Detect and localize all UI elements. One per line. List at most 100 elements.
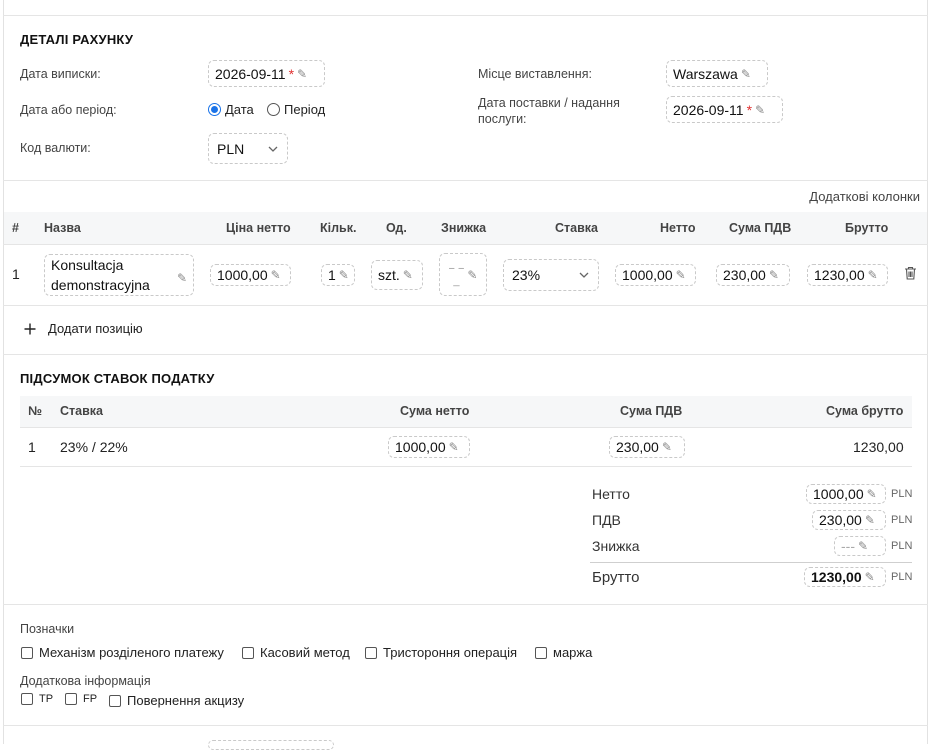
currency-value: PLN — [217, 140, 245, 157]
total-net-label: Нетто — [592, 486, 630, 502]
pencil-icon: ✎ — [270, 268, 281, 282]
qty-value: 1 — [328, 267, 336, 283]
pencil-icon: ✎ — [467, 267, 478, 282]
radio-date-selected[interactable] — [208, 103, 221, 116]
vat-value: 230,00 — [723, 267, 766, 283]
col-header-gross: Брутто — [845, 221, 889, 235]
date-radio[interactable]: Дата — [208, 102, 254, 117]
extra-tp[interactable]: TP — [21, 693, 53, 705]
mark-label: Касовий метод — [260, 645, 350, 660]
qty-field[interactable]: 1 ✎ — [321, 264, 355, 286]
divider — [20, 427, 912, 428]
divider — [3, 180, 928, 181]
checkbox[interactable] — [21, 693, 33, 705]
checkbox[interactable] — [21, 646, 33, 659]
total-discount-label: Знижка — [592, 538, 640, 554]
pencil-icon: ✎ — [402, 268, 413, 282]
unit-value: szt. — [378, 267, 400, 283]
item-name-line1: Konsultacja — [51, 257, 124, 273]
col-header-unit: Од. — [386, 221, 407, 235]
totals-divider — [590, 562, 912, 563]
tax-col-rate: Ставка — [60, 404, 103, 418]
checkbox[interactable] — [65, 693, 77, 705]
total-discount-field[interactable]: --- ✎ — [834, 536, 886, 556]
pencil-icon: ✎ — [448, 440, 459, 454]
place-value: Warszawa — [673, 65, 738, 82]
mark-margin[interactable]: маржа — [535, 645, 592, 660]
currency-unit: PLN — [891, 488, 913, 500]
chevron-down-icon — [579, 272, 589, 278]
checkbox[interactable] — [535, 646, 547, 659]
rate-value: 23% — [512, 267, 541, 283]
issue-date-field[interactable]: 2026-09-11 * ✎ — [208, 60, 325, 87]
net-field[interactable]: 1000,00 ✎ — [615, 264, 696, 286]
radio-date-label: Дата — [225, 102, 254, 117]
divider — [3, 354, 928, 355]
checkbox[interactable] — [109, 694, 121, 707]
gross-value: 1230,00 — [814, 267, 865, 283]
add-position-button[interactable]: Додати позицію — [24, 321, 143, 336]
trash-icon[interactable] — [904, 266, 917, 280]
col-header-discount: Знижка — [441, 221, 487, 235]
period-radio[interactable]: Період — [267, 102, 325, 117]
price-net-field[interactable]: 1000,00 ✎ — [210, 264, 291, 286]
pencil-icon: ✎ — [755, 102, 766, 117]
col-header-net: Нетто — [660, 221, 696, 235]
checkbox[interactable] — [365, 646, 377, 659]
item-name-field[interactable]: Konsultacja demonstracyjna ✎ — [44, 254, 194, 296]
tax-col-vat: Сума ПДВ — [620, 404, 683, 418]
pencil-icon: ✎ — [864, 513, 875, 527]
place-field[interactable]: Warszawa ✎ — [666, 60, 768, 87]
chevron-down-icon — [268, 146, 278, 152]
checkbox[interactable] — [242, 646, 254, 659]
plus-icon — [24, 323, 36, 334]
currency-unit: PLN — [891, 571, 913, 583]
col-header-rate: Ставка — [555, 221, 598, 235]
extra-fp[interactable]: FP — [65, 693, 97, 705]
mark-triangular[interactable]: Тристороння операція — [365, 645, 517, 660]
unit-field[interactable]: szt. ✎ — [371, 260, 423, 290]
extra-label: FP — [83, 693, 98, 705]
tax-col-num: № — [28, 404, 42, 418]
divider — [3, 725, 928, 726]
next-section-field[interactable] — [208, 740, 334, 750]
total-gross-value: 1230,00 — [811, 569, 862, 585]
extra-columns-link[interactable]: Додаткові колонки — [809, 189, 920, 204]
place-label: Місце виставлення: — [478, 67, 592, 81]
pencil-icon: ✎ — [740, 66, 751, 81]
col-header-vat: Сума ПДВ — [729, 221, 792, 235]
total-discount-value: --- — [841, 538, 855, 554]
radio-period[interactable] — [267, 103, 280, 116]
pencil-icon: ✎ — [864, 570, 875, 584]
mark-cash-method[interactable]: Касовий метод — [242, 645, 350, 660]
discount-placeholder: − − _ — [448, 262, 465, 287]
total-gross-field[interactable]: 1230,00 ✎ — [804, 567, 886, 587]
divider — [3, 15, 928, 16]
discount-field[interactable]: − − _ ✎ — [439, 253, 487, 296]
required-mark: * — [746, 101, 753, 118]
total-vat-field[interactable]: 230,00 ✎ — [812, 510, 886, 530]
currency-select[interactable]: PLN — [208, 133, 288, 164]
total-net-field[interactable]: 1000,00 ✎ — [806, 484, 886, 504]
extra-excise-refund[interactable]: Повернення акцизу — [109, 693, 244, 708]
details-title: ДЕТАЛІ РАХУНКУ — [20, 32, 134, 47]
tax-row-rate: 23% / 22% — [60, 439, 128, 455]
rate-select[interactable]: 23% — [503, 259, 599, 291]
divider — [3, 305, 928, 306]
vat-field[interactable]: 230,00 ✎ — [716, 264, 790, 286]
date-or-period-label: Дата або період: — [20, 103, 117, 117]
tax-vat-field[interactable]: 230,00 ✎ — [609, 436, 685, 458]
tax-net-field[interactable]: 1000,00 ✎ — [388, 436, 470, 458]
required-mark: * — [288, 65, 295, 82]
tax-col-gross: Сума брутто — [826, 404, 904, 418]
col-header-price-net: Ціна нетто — [226, 221, 291, 235]
mark-split-payment[interactable]: Механізм розділеного платежу — [21, 645, 224, 660]
pencil-icon: ✎ — [867, 268, 878, 282]
issue-date-value: 2026-09-11 — [215, 65, 286, 82]
gross-field[interactable]: 1230,00 ✎ — [807, 264, 888, 286]
pencil-icon: ✎ — [675, 268, 686, 282]
delivery-date-field[interactable]: 2026-09-11 * ✎ — [666, 96, 783, 123]
total-vat-value: 230,00 — [819, 512, 862, 528]
pencil-icon: ✎ — [338, 268, 349, 282]
mark-label: Тристороння операція — [383, 645, 518, 660]
